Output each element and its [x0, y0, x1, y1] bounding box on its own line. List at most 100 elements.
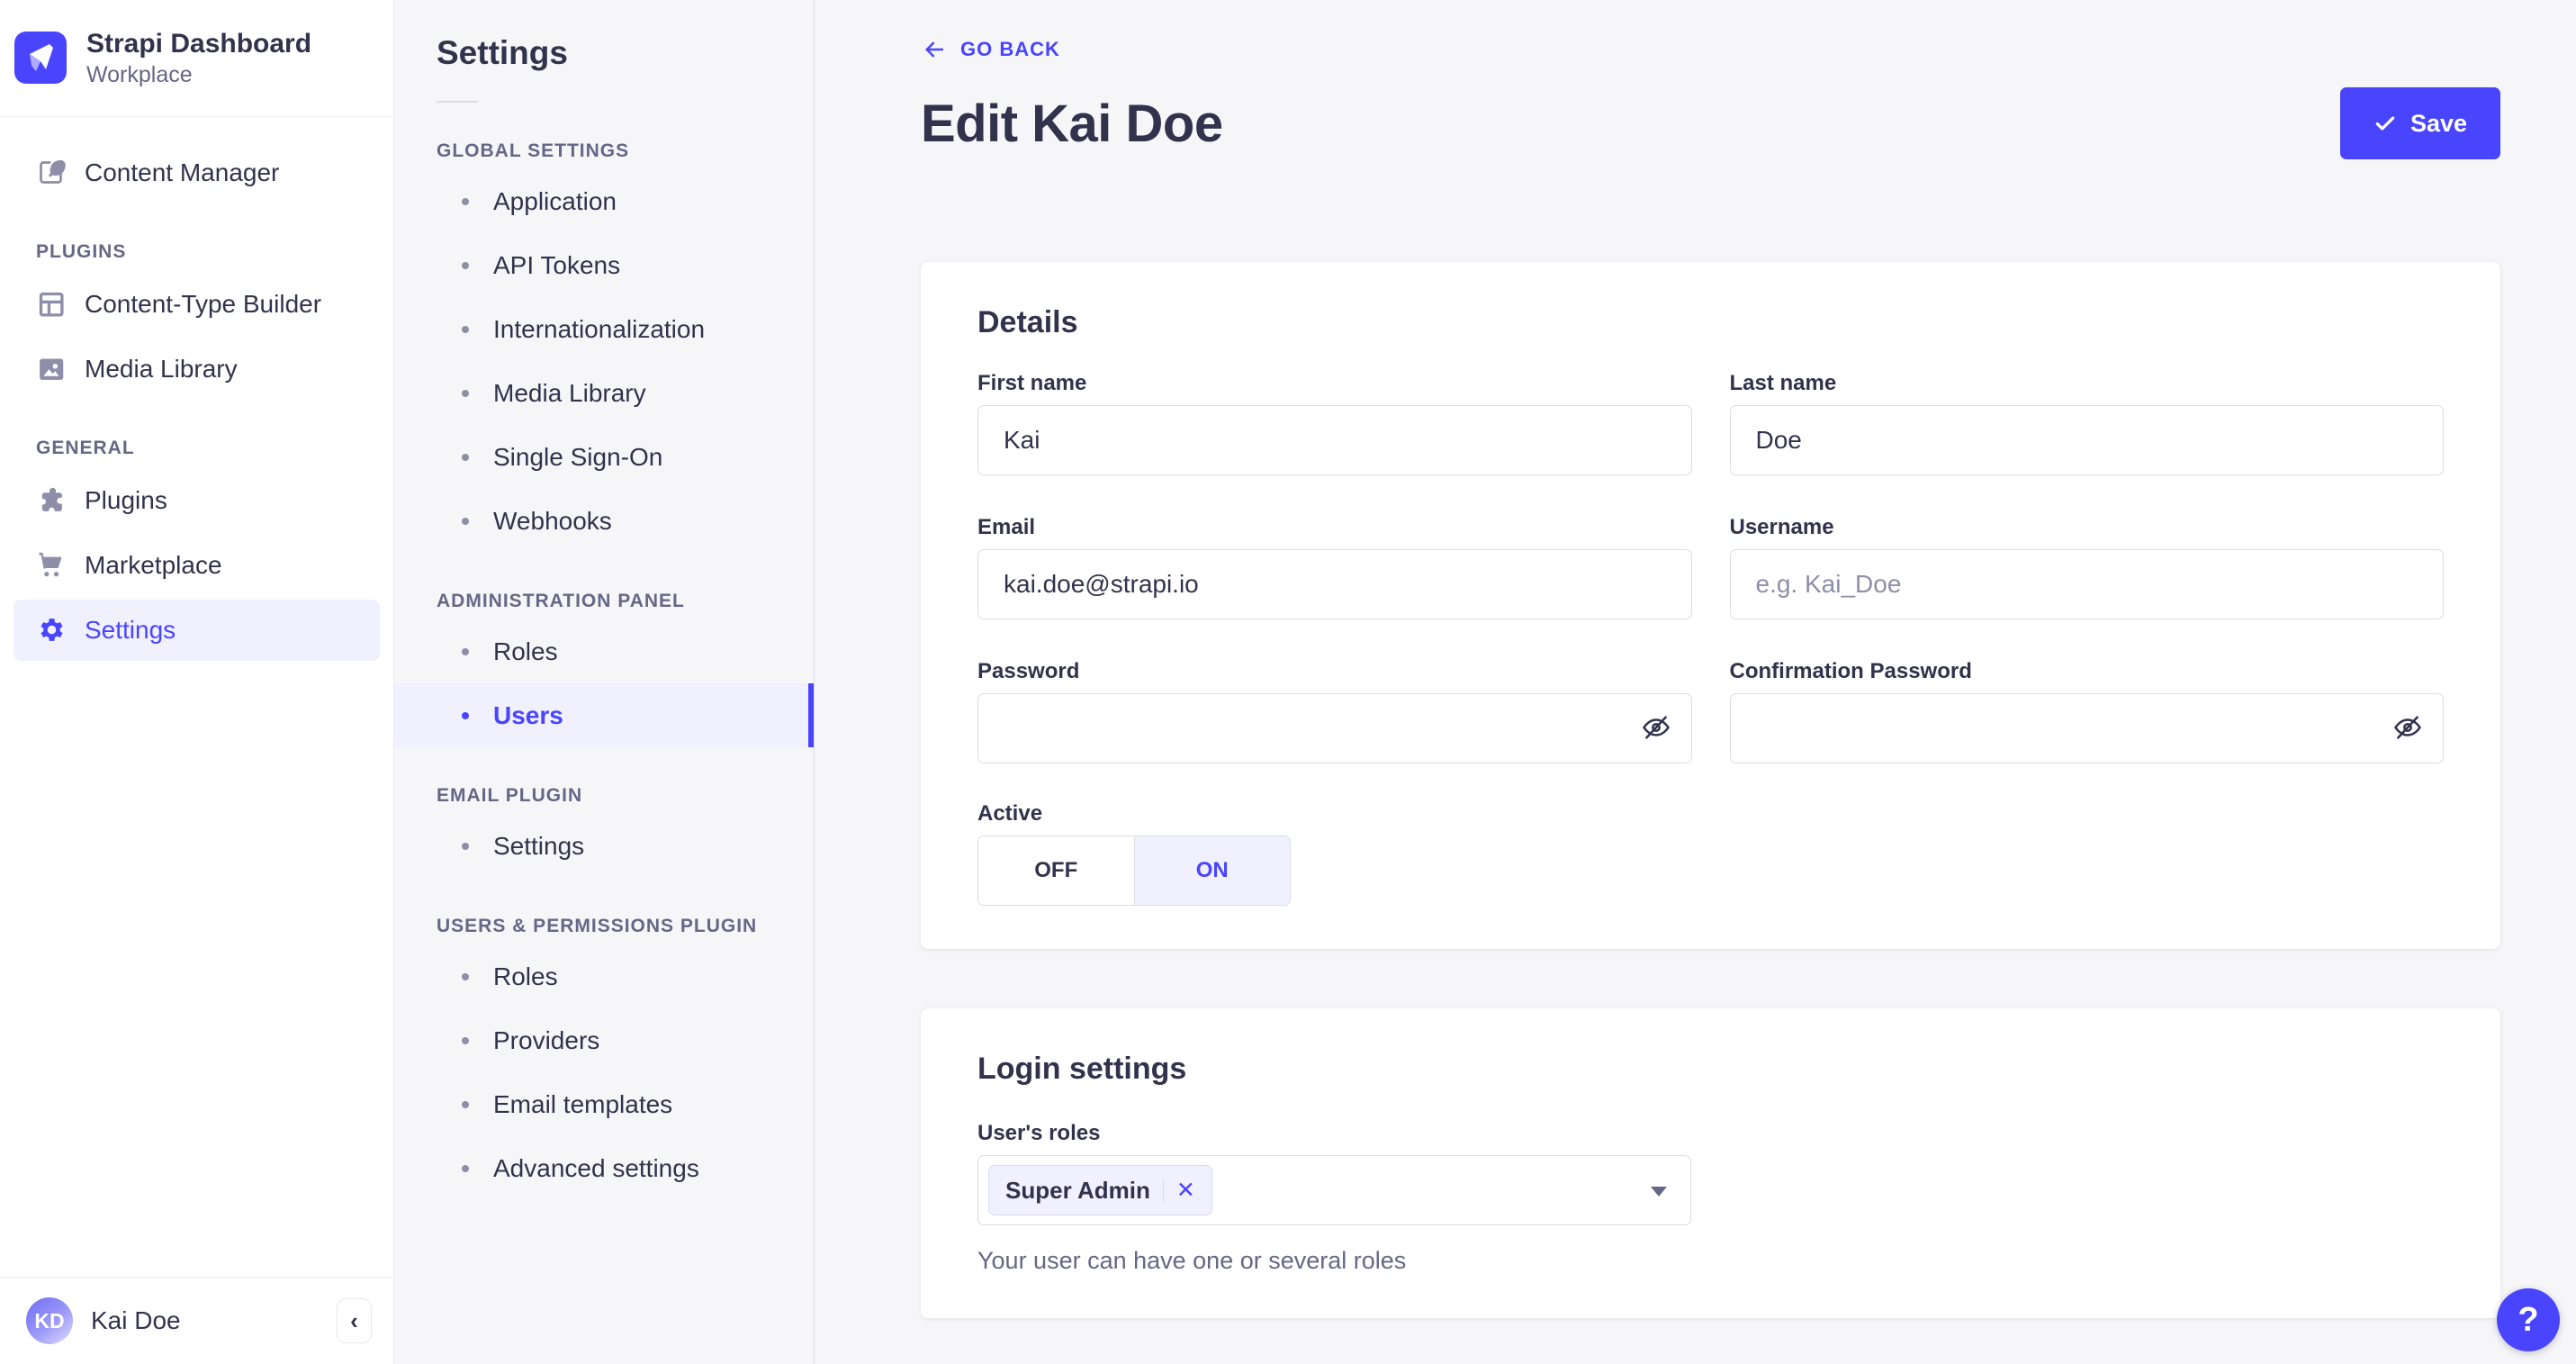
last-name-field-group: Last name [1729, 371, 2444, 475]
subnav-section-administration-panel: ADMINISTRATION PANEL [437, 591, 685, 611]
login-settings-title: Login settings [977, 1052, 1187, 1086]
toggle-password-visibility-button[interactable] [1640, 712, 1672, 745]
password-input[interactable] [977, 693, 1692, 763]
sidebar-item-plugins[interactable]: Plugins [14, 470, 380, 531]
arrow-left-icon [925, 41, 943, 58]
bullet-icon [462, 711, 469, 719]
help-button[interactable]: ? [2497, 1288, 2560, 1351]
check-icon [2375, 116, 2395, 131]
last-name-input[interactable] [1729, 405, 2444, 475]
first-name-label: First name [977, 371, 1087, 395]
bullet-icon [462, 842, 469, 850]
details-fields-grid: First name Last name Email [977, 371, 2444, 763]
confirmation-password-input[interactable] [1729, 693, 2444, 763]
subnav-item-up-roles[interactable]: Roles [394, 944, 814, 1008]
subnav-item-email-templates[interactable]: Email templates [394, 1072, 814, 1136]
bullet-icon [462, 325, 469, 333]
subnav-item-email-settings[interactable]: Settings [394, 814, 814, 878]
sidebar-item-content-manager[interactable]: Content Manager [14, 142, 380, 203]
sidebar-item-content-type-builder[interactable]: Content-Type Builder [14, 274, 380, 335]
page-header: Edit Kai Doe Save [921, 87, 2500, 159]
subnav-item-admin-users[interactable]: Users [394, 683, 814, 747]
go-back-link[interactable]: GO BACK [921, 36, 1060, 63]
subnav-title: Settings [437, 34, 568, 71]
login-settings-card: Login settings User's roles Super Admin … [921, 1008, 2500, 1318]
confirmation-password-label: Confirmation Password [1729, 659, 1972, 683]
active-toggle-off-button[interactable]: OFF [978, 836, 1135, 905]
subnav-item-application[interactable]: Application [394, 169, 814, 233]
collapse-sidebar-button[interactable]: ‹ [337, 1298, 372, 1343]
settings-subnav: Settings GLOBAL SETTINGS Application API… [394, 0, 815, 1364]
layout-grid-icon [36, 289, 66, 319]
bullet-icon [462, 197, 469, 205]
users-roles-label: User's roles [977, 1121, 1101, 1145]
first-name-input[interactable] [977, 405, 1692, 475]
sidebar-item-label: Content Manager [85, 158, 280, 186]
subnav-item-api-tokens[interactable]: API Tokens [394, 233, 814, 297]
username-input[interactable] [1729, 549, 2444, 619]
workspace-brand[interactable]: Strapi Dashboard Workplace [0, 0, 393, 116]
sidebar-item-media-library[interactable]: Media Library [14, 339, 380, 400]
subnav-item-providers[interactable]: Providers [394, 1008, 814, 1072]
puzzle-piece-icon [36, 485, 66, 515]
current-user-name: Kai Doe [91, 1306, 181, 1334]
subnav-item-webhooks[interactable]: Webhooks [394, 489, 814, 553]
gear-icon [36, 615, 66, 645]
bullet-icon [462, 261, 469, 269]
sidebar-item-settings[interactable]: Settings [14, 599, 380, 661]
subnav-section-global-settings: GLOBAL SETTINGS [437, 140, 630, 161]
users-roles-select[interactable]: Super Admin ✕ [977, 1155, 1691, 1225]
sidebar-footer: KD Kai Doe ‹ [0, 1278, 393, 1364]
feather-pen-icon [36, 158, 66, 187]
subnav-item-admin-roles[interactable]: Roles [394, 619, 814, 683]
roles-hint-text: Your user can have one or several roles [977, 1247, 1407, 1274]
main-content: GO BACK Edit Kai Doe Save Details First … [815, 0, 2576, 1364]
bullet-icon [462, 1164, 469, 1172]
chevron-down-icon [1651, 1187, 1667, 1197]
chevron-left-icon: ‹ [350, 1306, 358, 1334]
bullet-icon [462, 517, 469, 525]
remove-role-button[interactable]: ✕ [1176, 1179, 1195, 1202]
subnav-item-single-sign-on[interactable]: Single Sign-On [394, 425, 814, 489]
bullet-icon [462, 389, 469, 397]
sidebar-item-label: Marketplace [85, 550, 222, 579]
question-mark-icon: ? [2517, 1300, 2539, 1339]
avatar[interactable]: KD [26, 1297, 73, 1344]
confirmation-password-field-group: Confirmation Password [1729, 659, 2444, 763]
sidebar-item-marketplace[interactable]: Marketplace [14, 535, 380, 596]
subnav-item-advanced-settings[interactable]: Advanced settings [394, 1136, 814, 1200]
details-card-title: Details [977, 305, 1078, 339]
sidebar-nav: Content Manager PLUGINS Content-Type Bui… [0, 117, 393, 1277]
strapi-logo [14, 32, 67, 85]
workspace-name: Workplace [86, 61, 193, 87]
shopping-cart-icon [36, 550, 66, 580]
subnav-section-users-permissions-plugin: USERS & PERMISSIONS PLUGIN [437, 916, 758, 936]
username-field-group: Username [1729, 515, 2444, 619]
subnav-item-media-library[interactable]: Media Library [394, 361, 814, 425]
sidebar-item-label: Plugins [85, 485, 167, 514]
picture-icon [36, 354, 66, 384]
email-label: Email [977, 515, 1036, 539]
active-toggle-on-button[interactable]: ON [1134, 836, 1290, 905]
subnav-section-email-plugin: EMAIL PLUGIN [437, 785, 583, 806]
role-tag-super-admin: Super Admin ✕ [988, 1165, 1212, 1215]
sidebar-item-label: Media Library [85, 354, 238, 383]
active-label: Active [977, 801, 1043, 826]
last-name-label: Last name [1729, 371, 1837, 395]
active-toggle: OFF ON [977, 836, 1291, 906]
email-input[interactable] [977, 549, 1692, 619]
strapi-admin-app: Strapi Dashboard Workplace Content Manag… [0, 0, 2576, 1364]
bullet-icon [462, 453, 469, 461]
sidebar-item-label: Settings [85, 615, 176, 644]
sidebar-section-general: GENERAL [36, 437, 135, 458]
toggle-confirmation-password-visibility-button[interactable] [2391, 712, 2424, 745]
bullet-icon [462, 647, 469, 655]
details-card: Details First name Last name Email [921, 262, 2500, 949]
subnav-item-internationalization[interactable]: Internationalization [394, 297, 814, 361]
password-label: Password [977, 659, 1080, 683]
bullet-icon [462, 1100, 469, 1108]
username-label: Username [1729, 515, 1834, 539]
page-title: Edit Kai Doe [921, 94, 1223, 153]
close-icon: ✕ [1175, 1177, 1195, 1203]
save-button[interactable]: Save [2339, 87, 2500, 159]
